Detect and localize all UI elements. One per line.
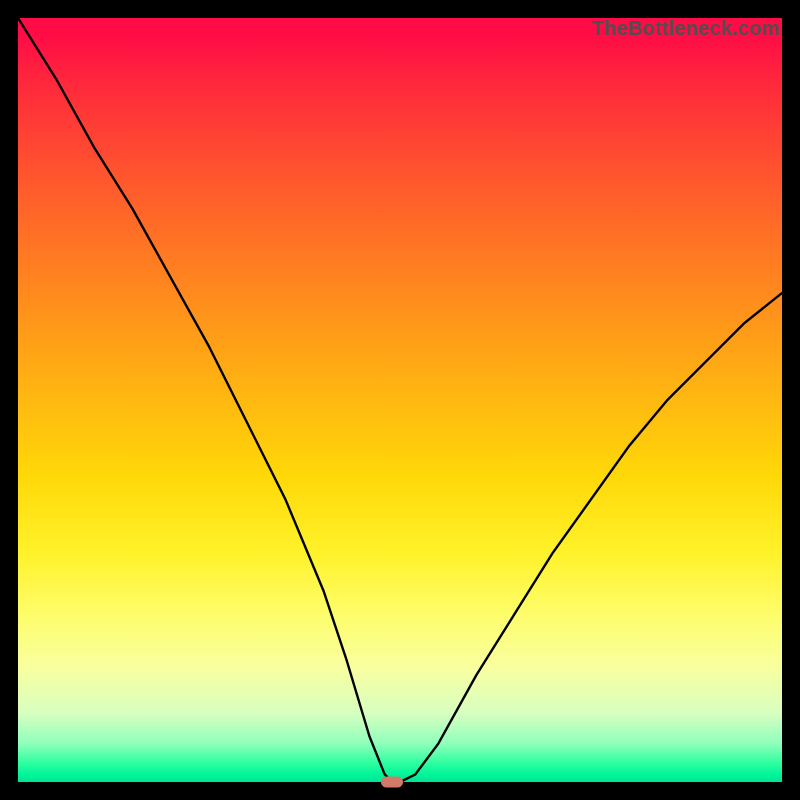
plot-area: TheBottleneck.com — [18, 18, 782, 782]
optimal-marker — [381, 777, 403, 788]
chart-frame: TheBottleneck.com — [0, 0, 800, 800]
bottleneck-curve — [18, 18, 782, 782]
watermark-text: TheBottleneck.com — [592, 18, 780, 41]
